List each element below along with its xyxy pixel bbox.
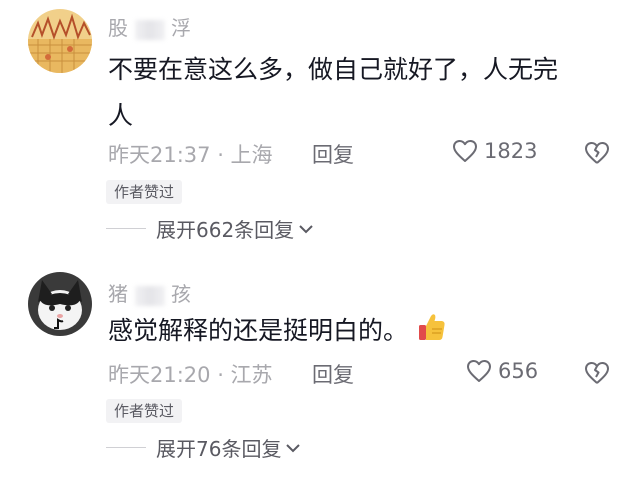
comment-text: 不要在意这么多，做自己就好了，人无完 人 — [108, 47, 608, 139]
comment-text-line: 感觉解释的还是挺明白的。 — [108, 316, 409, 345]
like-button[interactable]: 656 — [466, 359, 538, 383]
comment-text: 感觉解释的还是挺明白的。 — [108, 308, 608, 358]
reply-button[interactable]: 回复 — [312, 359, 354, 389]
divider-dash — [106, 447, 146, 448]
reply-button[interactable]: 回复 — [312, 139, 354, 169]
comment-item: 股浮 不要在意这么多，做自己就好了，人无完 人 昨天21:37 · 上海 回复 … — [0, 0, 640, 258]
chevron-down-icon — [286, 443, 301, 452]
dislike-button[interactable] — [584, 361, 610, 390]
username[interactable]: 股浮 — [108, 12, 192, 41]
time-location: 昨天21:37 · 上海 — [108, 143, 273, 167]
username[interactable]: 猪孩 — [108, 278, 192, 307]
comment-text-line: 人 — [108, 101, 134, 130]
chevron-down-icon — [299, 224, 313, 233]
username-blur — [135, 285, 165, 306]
username-visible-part: 股 — [108, 16, 129, 40]
divider-dash — [106, 228, 146, 229]
author-liked-badge: 作者赞过 — [106, 180, 183, 204]
broken-heart-icon — [585, 362, 609, 384]
time-location: 昨天21:20 · 江苏 — [108, 363, 273, 387]
comment-item: 猪孩 感觉解释的还是挺明白的。 昨天21:20 · 江苏 回复 656 作者赞过… — [0, 262, 640, 478]
expand-replies-label: 展开76条回复 — [156, 437, 282, 461]
comment-meta: 昨天21:37 · 上海 回复 1823 — [108, 139, 610, 169]
broken-heart-icon — [585, 142, 609, 164]
heart-outline-icon — [453, 140, 477, 162]
username-visible-part: 浮 — [171, 16, 192, 40]
comment-meta: 昨天21:20 · 江苏 回复 656 — [108, 359, 610, 389]
username-visible-part: 孩 — [171, 282, 192, 306]
avatar[interactable] — [28, 9, 92, 73]
comment-text-line: 不要在意这么多，做自己就好了，人无完 — [108, 55, 559, 84]
expand-replies-label: 展开662条回复 — [156, 218, 295, 242]
author-liked-badge: 作者赞过 — [106, 399, 183, 423]
avatar[interactable] — [28, 272, 92, 336]
dislike-button[interactable] — [584, 141, 610, 170]
like-count: 656 — [498, 359, 539, 383]
like-button[interactable]: 1823 — [452, 139, 537, 163]
username-blur — [135, 19, 165, 40]
thumbs-up-emoji — [416, 311, 448, 358]
heart-outline-icon — [467, 360, 491, 382]
username-visible-part: 猪 — [108, 282, 129, 306]
expand-replies-button[interactable]: 展开76条回复 — [106, 433, 301, 462]
like-count: 1823 — [484, 139, 538, 163]
expand-replies-button[interactable]: 展开662条回复 — [106, 214, 314, 243]
